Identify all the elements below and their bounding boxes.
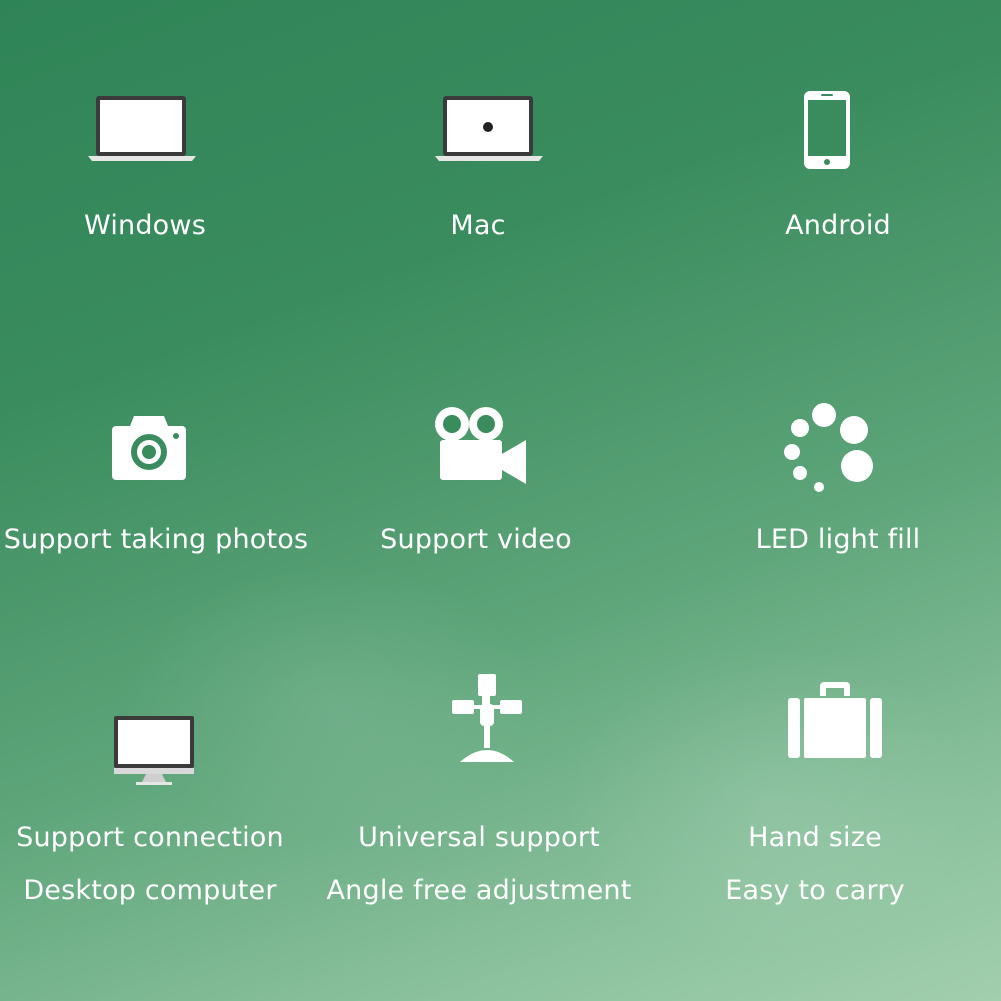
adjustable-stand-icon (450, 672, 526, 770)
briefcase-icon (788, 680, 882, 764)
feature-sublabel-desktop: Desktop computer (23, 875, 277, 906)
macbook-icon (435, 94, 543, 166)
camera-icon (112, 414, 186, 484)
feature-label-universal: Universal support (358, 822, 600, 853)
feature-label-video: Support video (380, 524, 572, 555)
background-haze (560, 640, 980, 960)
feature-label-mac: Mac (450, 210, 506, 241)
desktop-monitor-icon (112, 714, 196, 790)
feature-label-hand-size: Hand size (748, 822, 882, 853)
feature-label-windows: Windows (84, 210, 206, 241)
feature-label-led: LED light fill (755, 524, 921, 555)
feature-label-connection: Support connection (16, 822, 284, 853)
video-camera-icon (434, 404, 528, 490)
feature-label-android: Android (785, 210, 891, 241)
feature-sublabel-angle: Angle free adjustment (326, 875, 632, 906)
laptop-icon (88, 94, 196, 166)
feature-label-photos: Support taking photos (3, 524, 309, 555)
led-dots-icon (782, 402, 876, 498)
smartphone-icon (803, 90, 851, 174)
feature-sublabel-carry: Easy to carry (725, 875, 905, 906)
